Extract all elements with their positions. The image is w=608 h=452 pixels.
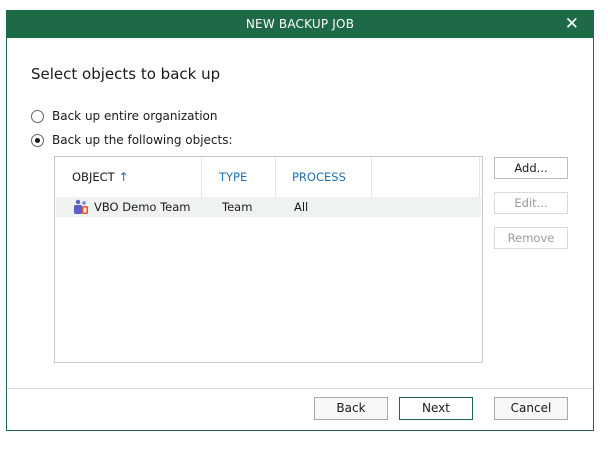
next-button[interactable]: Next: [399, 397, 473, 420]
column-header-label: OBJECT: [72, 170, 115, 184]
cell-object: VBO Demo Team: [94, 200, 191, 214]
window-title: NEW BACKUP JOB: [245, 17, 355, 31]
page-heading: Select objects to back up: [31, 65, 221, 83]
objects-table[interactable]: OBJECT ↑ TYPE PROCESS VBO Demo Team Team …: [54, 156, 483, 363]
remove-button[interactable]: Remove: [494, 227, 568, 249]
option-label: Back up the following objects:: [52, 133, 233, 147]
add-button[interactable]: Add...: [494, 157, 568, 179]
title-bar: NEW BACKUP JOB ✕: [7, 11, 593, 38]
option-following-objects[interactable]: Back up the following objects:: [31, 133, 233, 147]
cell-type: Team: [222, 200, 253, 214]
edit-button[interactable]: Edit...: [494, 192, 568, 214]
column-header-process[interactable]: PROCESS: [292, 170, 346, 184]
radio-button-selected-icon[interactable]: [31, 133, 44, 147]
radio-button-icon[interactable]: [31, 109, 44, 123]
option-entire-organization[interactable]: Back up entire organization: [31, 109, 218, 123]
table-header: OBJECT ↑ TYPE PROCESS: [55, 157, 482, 197]
back-button[interactable]: Back: [314, 397, 388, 420]
cell-process: All: [294, 200, 309, 214]
column-header-type[interactable]: TYPE: [219, 170, 247, 184]
column-header-object[interactable]: OBJECT ↑: [72, 170, 129, 184]
footer-divider: [7, 388, 593, 389]
new-backup-job-dialog: NEW BACKUP JOB ✕ Select objects to back …: [6, 10, 594, 431]
teams-icon: [74, 199, 88, 214]
option-label: Back up entire organization: [52, 109, 218, 123]
close-icon[interactable]: ✕: [565, 14, 579, 34]
table-row[interactable]: VBO Demo Team Team All: [56, 197, 481, 217]
cancel-button[interactable]: Cancel: [494, 397, 568, 420]
sort-ascending-icon: ↑: [118, 170, 129, 184]
